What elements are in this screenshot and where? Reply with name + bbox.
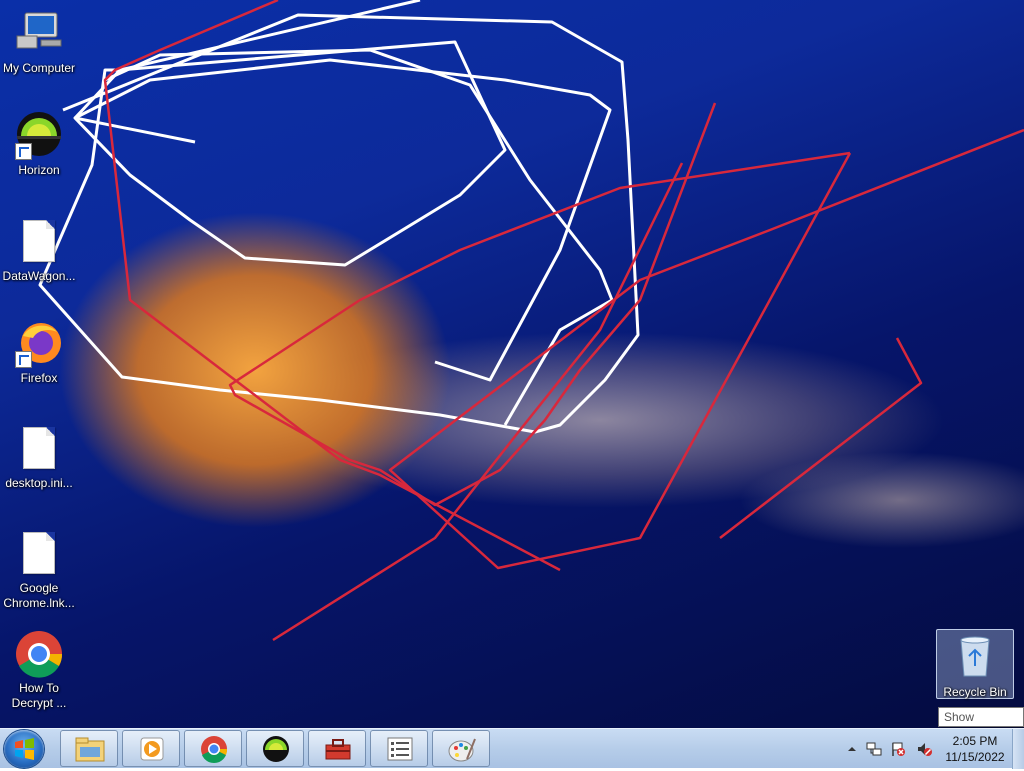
taskbar-paint[interactable]: [432, 730, 490, 767]
taskbar-chrome[interactable]: [184, 730, 242, 767]
desktop-icon-google-chrome-lnk[interactable]: Google Chrome.lnk...: [0, 530, 78, 611]
taskbar-checklist[interactable]: [370, 730, 428, 767]
clock-date: 11/15/2022: [945, 750, 1005, 764]
start-button[interactable]: [4, 730, 44, 768]
desktop-icon-how-to-decrypt[interactable]: How To Decrypt ...: [0, 630, 78, 711]
desktop-icon-label: Recycle Bin: [943, 685, 1007, 699]
firefox-icon: [15, 320, 63, 368]
file-icon: [15, 530, 63, 578]
show-desktop-button[interactable]: [1012, 729, 1024, 769]
desktop-icon-datawagon[interactable]: DataWagon...: [0, 218, 78, 284]
computer-icon: [15, 10, 63, 58]
action-center-flag-icon[interactable]: [890, 741, 906, 757]
file-icon: [15, 425, 63, 473]
desktop-icon-label: How To Decrypt ...: [11, 681, 67, 710]
taskbar-toolbox[interactable]: [308, 730, 366, 767]
windows-start-icon: [15, 738, 34, 760]
show-hidden-icons-arrow[interactable]: [844, 741, 860, 757]
media-player-icon: [137, 735, 167, 763]
desktop-icon-firefox[interactable]: Firefox: [0, 320, 78, 386]
taskbar-clock[interactable]: 2:05 PM 11/15/2022: [935, 733, 1015, 765]
desktop-icon-label: desktop.ini...: [5, 476, 73, 490]
chrome-icon: [199, 735, 229, 763]
desktop-icon-label: DataWagon...: [2, 269, 76, 283]
chrome-icon: [15, 630, 63, 678]
desktop-icon-label: Horizon: [18, 163, 60, 177]
checklist-icon: [385, 735, 415, 763]
recycle-bin-icon: [951, 634, 999, 682]
desktop-icon-label: Google Chrome.lnk...: [3, 581, 75, 610]
taskbar-media-player[interactable]: [122, 730, 180, 767]
desktop-icon-label: Firefox: [20, 371, 58, 385]
clock-time: 2:05 PM: [952, 734, 998, 748]
desktop-icon-my-computer[interactable]: My Computer: [0, 10, 78, 76]
taskbar: 2:05 PM 11/15/2022: [0, 728, 1024, 769]
wallpaper-doodle: [38, 0, 1024, 642]
desktop-icon-horizon[interactable]: Horizon: [0, 112, 78, 178]
network-icon[interactable]: [866, 741, 882, 757]
desktop[interactable]: My Computer Horizon DataWagon... Firefox…: [0, 0, 1024, 728]
file-explorer-icon: [75, 735, 105, 763]
toolbox-icon: [323, 735, 353, 763]
taskbar-file-explorer[interactable]: [60, 730, 118, 767]
paint-icon: [447, 735, 477, 763]
file-icon: [15, 218, 63, 266]
desktop-icon-recycle-bin[interactable]: Recycle Bin: [936, 629, 1014, 699]
shortcut-arrow-icon: [15, 143, 32, 160]
horizon-icon: [261, 735, 291, 763]
show-desktop-tooltip: Show desktop: [938, 707, 1024, 727]
volume-muted-icon[interactable]: [916, 741, 932, 757]
desktop-icon-label: My Computer: [2, 61, 76, 75]
taskbar-horizon[interactable]: [246, 730, 304, 767]
shortcut-arrow-icon: [15, 351, 32, 368]
desktop-icon-desktop-ini[interactable]: desktop.ini...: [0, 425, 78, 491]
horizon-icon: [15, 112, 63, 160]
